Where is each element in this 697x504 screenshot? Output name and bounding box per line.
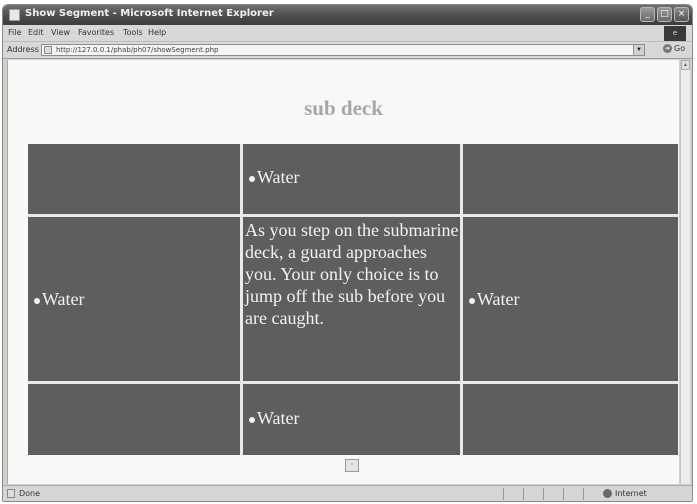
status-divider [543, 488, 544, 500]
go-label: Go [674, 44, 686, 53]
broken-image-icon: ▫ [345, 459, 359, 472]
status-divider [523, 488, 524, 500]
address-bar: Address http://127.0.0.1/phab/ph07/showS… [3, 42, 692, 59]
cell-middle-right: Water [463, 217, 678, 381]
browser-window: Show Segment - Microsoft Internet Explor… [2, 4, 693, 502]
status-bar: Done Internet [3, 485, 692, 501]
address-label: Address [7, 45, 39, 54]
bullet-icon [34, 298, 40, 304]
page-title: sub deck [304, 96, 383, 120]
cell-middle-center: As you step on the submarine deck, a gua… [243, 217, 460, 381]
windows-logo-icon: e [664, 26, 686, 41]
cell-bottom-right [463, 384, 678, 455]
ie-page-icon [9, 9, 20, 21]
menu-file[interactable]: File [8, 28, 21, 37]
bullet-icon [469, 298, 475, 304]
list-item: Water [34, 289, 85, 310]
link-water-north[interactable]: Water [257, 167, 300, 188]
minimize-button[interactable]: _ [640, 7, 655, 22]
status-divider [563, 488, 564, 500]
window-title: Show Segment - Microsoft Internet Explor… [25, 8, 274, 19]
cell-top-left [28, 144, 240, 214]
chevron-down-icon[interactable]: ▼ [633, 45, 644, 55]
maximize-button[interactable]: □ [657, 7, 672, 22]
close-button[interactable]: × [674, 7, 689, 22]
page-content: sub deck Water Water As you step on the … [7, 60, 679, 484]
list-item: Water [249, 167, 300, 188]
page-icon [44, 46, 52, 54]
window-controls: _ □ × [640, 7, 689, 22]
link-water-west[interactable]: Water [42, 289, 85, 310]
status-text: Done [19, 489, 41, 498]
menu-favorites[interactable]: Favorites [78, 28, 114, 37]
scroll-up-icon[interactable]: ▲ [681, 60, 690, 70]
menu-view[interactable]: View [51, 28, 70, 37]
vertical-scrollbar[interactable]: ▲ [680, 60, 690, 484]
link-water-south[interactable]: Water [257, 408, 300, 429]
menu-edit[interactable]: Edit [28, 28, 44, 37]
address-url: http://127.0.0.1/phab/ph07/showSegment.p… [56, 46, 219, 54]
link-water-east[interactable]: Water [477, 289, 520, 310]
page-icon [7, 489, 15, 498]
menu-tools[interactable]: Tools [123, 28, 143, 37]
segment-description: As you step on the submarine deck, a gua… [245, 220, 459, 328]
globe-icon [603, 489, 612, 498]
menu-bar: File Edit View Favorites Tools Help e [3, 25, 692, 42]
cell-bottom-left [28, 384, 240, 455]
cell-top-right [463, 144, 678, 214]
address-input[interactable]: http://127.0.0.1/phab/ph07/showSegment.p… [41, 44, 645, 56]
zone-label: Internet [615, 489, 647, 498]
go-arrow-icon: ➔ [663, 44, 672, 53]
bullet-icon [249, 417, 255, 423]
go-button[interactable]: ➔ Go [663, 44, 685, 53]
segment-grid: Water Water As you step on the submarine… [28, 144, 678, 455]
bullet-icon [249, 176, 255, 182]
menu-help[interactable]: Help [148, 28, 166, 37]
list-item: Water [249, 408, 300, 429]
cell-middle-left: Water [28, 217, 240, 381]
cell-bottom-center: Water [243, 384, 460, 455]
cell-top-center: Water [243, 144, 460, 214]
status-divider [583, 488, 584, 500]
title-bar[interactable]: Show Segment - Microsoft Internet Explor… [3, 5, 692, 25]
list-item: Water [469, 289, 520, 310]
security-zone: Internet [603, 489, 647, 498]
status-divider [503, 488, 504, 500]
